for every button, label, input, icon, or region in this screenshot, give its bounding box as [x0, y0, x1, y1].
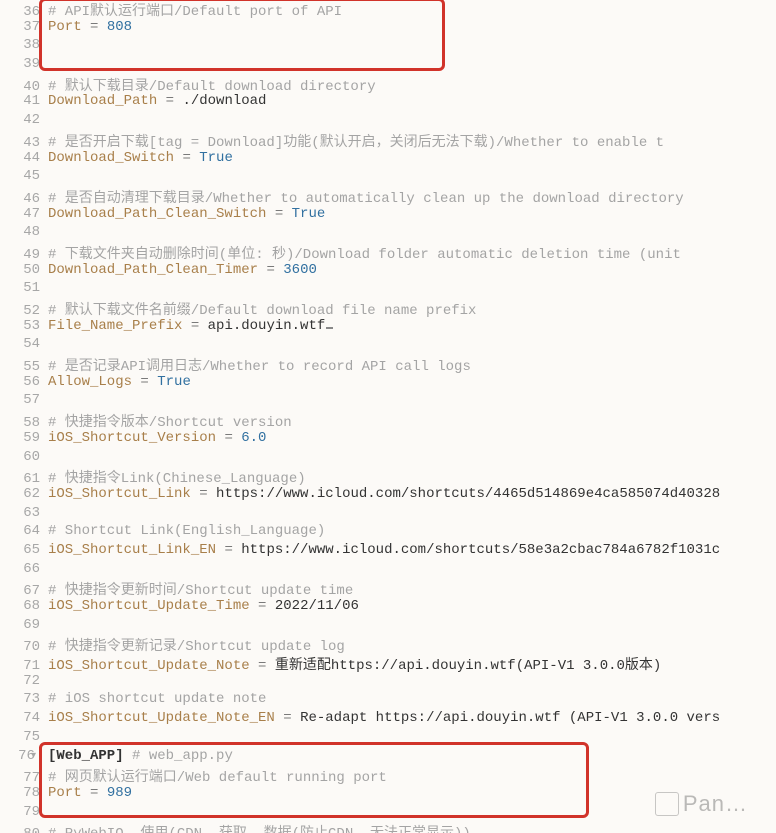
code-line: 67# 快捷指令更新时间/Shortcut update time — [0, 579, 776, 598]
code-line: 55# 是否记录API调用日志/Whether to record API ca… — [0, 355, 776, 374]
code-line: 61# 快捷指令Link(Chinese_Language) — [0, 467, 776, 486]
code-line: 43# 是否开启下载[tag = Download]功能(默认开启，关闭后无法下… — [0, 131, 776, 150]
code-line: 52# 默认下载文件名前缀/Default download file name… — [0, 299, 776, 318]
code-line: 72 — [0, 673, 776, 692]
comment: # API默认运行端口/Default port of API — [48, 0, 342, 20]
code-line: 70# 快捷指令更新记录/Shortcut update log — [0, 635, 776, 654]
text-cursor — [326, 327, 333, 329]
code-line: 57 — [0, 392, 776, 411]
watermark-text: Pan… — [683, 791, 748, 817]
wechat-icon — [655, 792, 679, 816]
code-line: 71iOS_Shortcut_Update_Note = 重新适配https:/… — [0, 654, 776, 673]
code-line: 58# 快捷指令版本/Shortcut version — [0, 411, 776, 430]
code-line: 37 Port = 808 — [0, 19, 776, 38]
code-line: 63 — [0, 505, 776, 524]
code-line: 45 — [0, 168, 776, 187]
code-line: 75 — [0, 729, 776, 748]
code-line: 73# iOS shortcut update note — [0, 691, 776, 710]
code-line: 77# 网页默认运行端口/Web default running port — [0, 766, 776, 785]
watermark: Pan… — [655, 791, 748, 817]
code-line: 56Allow_Logs = True — [0, 374, 776, 393]
code-line: 53File_Name_Prefix = api.douyin.wtf — [0, 318, 776, 337]
code-line: 47Download_Path_Clean_Switch = True — [0, 206, 776, 225]
fold-icon[interactable]: ▾ — [31, 751, 36, 762]
code-line: 42 — [0, 112, 776, 131]
code-line: 76▾[Web_APP] # web_app.py — [0, 748, 776, 767]
code-content: Port = 808 — [48, 19, 132, 35]
code-line: 41Download_Path = ./download — [0, 93, 776, 112]
code-line: 48 — [0, 224, 776, 243]
code-line: 62iOS_Shortcut_Link = https://www.icloud… — [0, 486, 776, 505]
code-line: 40# 默认下载目录/Default download directory — [0, 75, 776, 94]
code-line: 59iOS_Shortcut_Version = 6.0 — [0, 430, 776, 449]
code-line: 39 — [0, 56, 776, 75]
code-line: 68iOS_Shortcut_Update_Time = 2022/11/06 — [0, 598, 776, 617]
code-line: 49# 下载文件夹自动删除时间(单位: 秒)/Download folder a… — [0, 243, 776, 262]
code-line: 64# Shortcut Link(English_Language) — [0, 523, 776, 542]
code-line: 50Download_Path_Clean_Timer = 3600 — [0, 262, 776, 281]
code-line: 44Download_Switch = True — [0, 150, 776, 169]
code-line: 65iOS_Shortcut_Link_EN = https://www.icl… — [0, 542, 776, 561]
line-number: 38 — [0, 37, 48, 53]
code-line: 36 # API默认运行端口/Default port of API — [0, 0, 776, 19]
code-line: 51 — [0, 280, 776, 299]
code-line: 66 — [0, 561, 776, 580]
code-line: 54 — [0, 336, 776, 355]
code-line: 46# 是否自动清理下载目录/Whether to automatically … — [0, 187, 776, 206]
code-editor[interactable]: 36 # API默认运行端口/Default port of API 37 Po… — [0, 0, 776, 833]
code-line: 60 — [0, 449, 776, 468]
line-number: 36 — [0, 4, 48, 20]
code-line: 38 — [0, 37, 776, 56]
code-line: 69 — [0, 617, 776, 636]
line-number: 37 — [0, 19, 48, 35]
code-line: 74iOS_Shortcut_Update_Note_EN = Re-adapt… — [0, 710, 776, 729]
code-line: 80# PyWebIO……使用(CDN……获取……数据(防止CDN……无法正常显… — [0, 822, 776, 833]
